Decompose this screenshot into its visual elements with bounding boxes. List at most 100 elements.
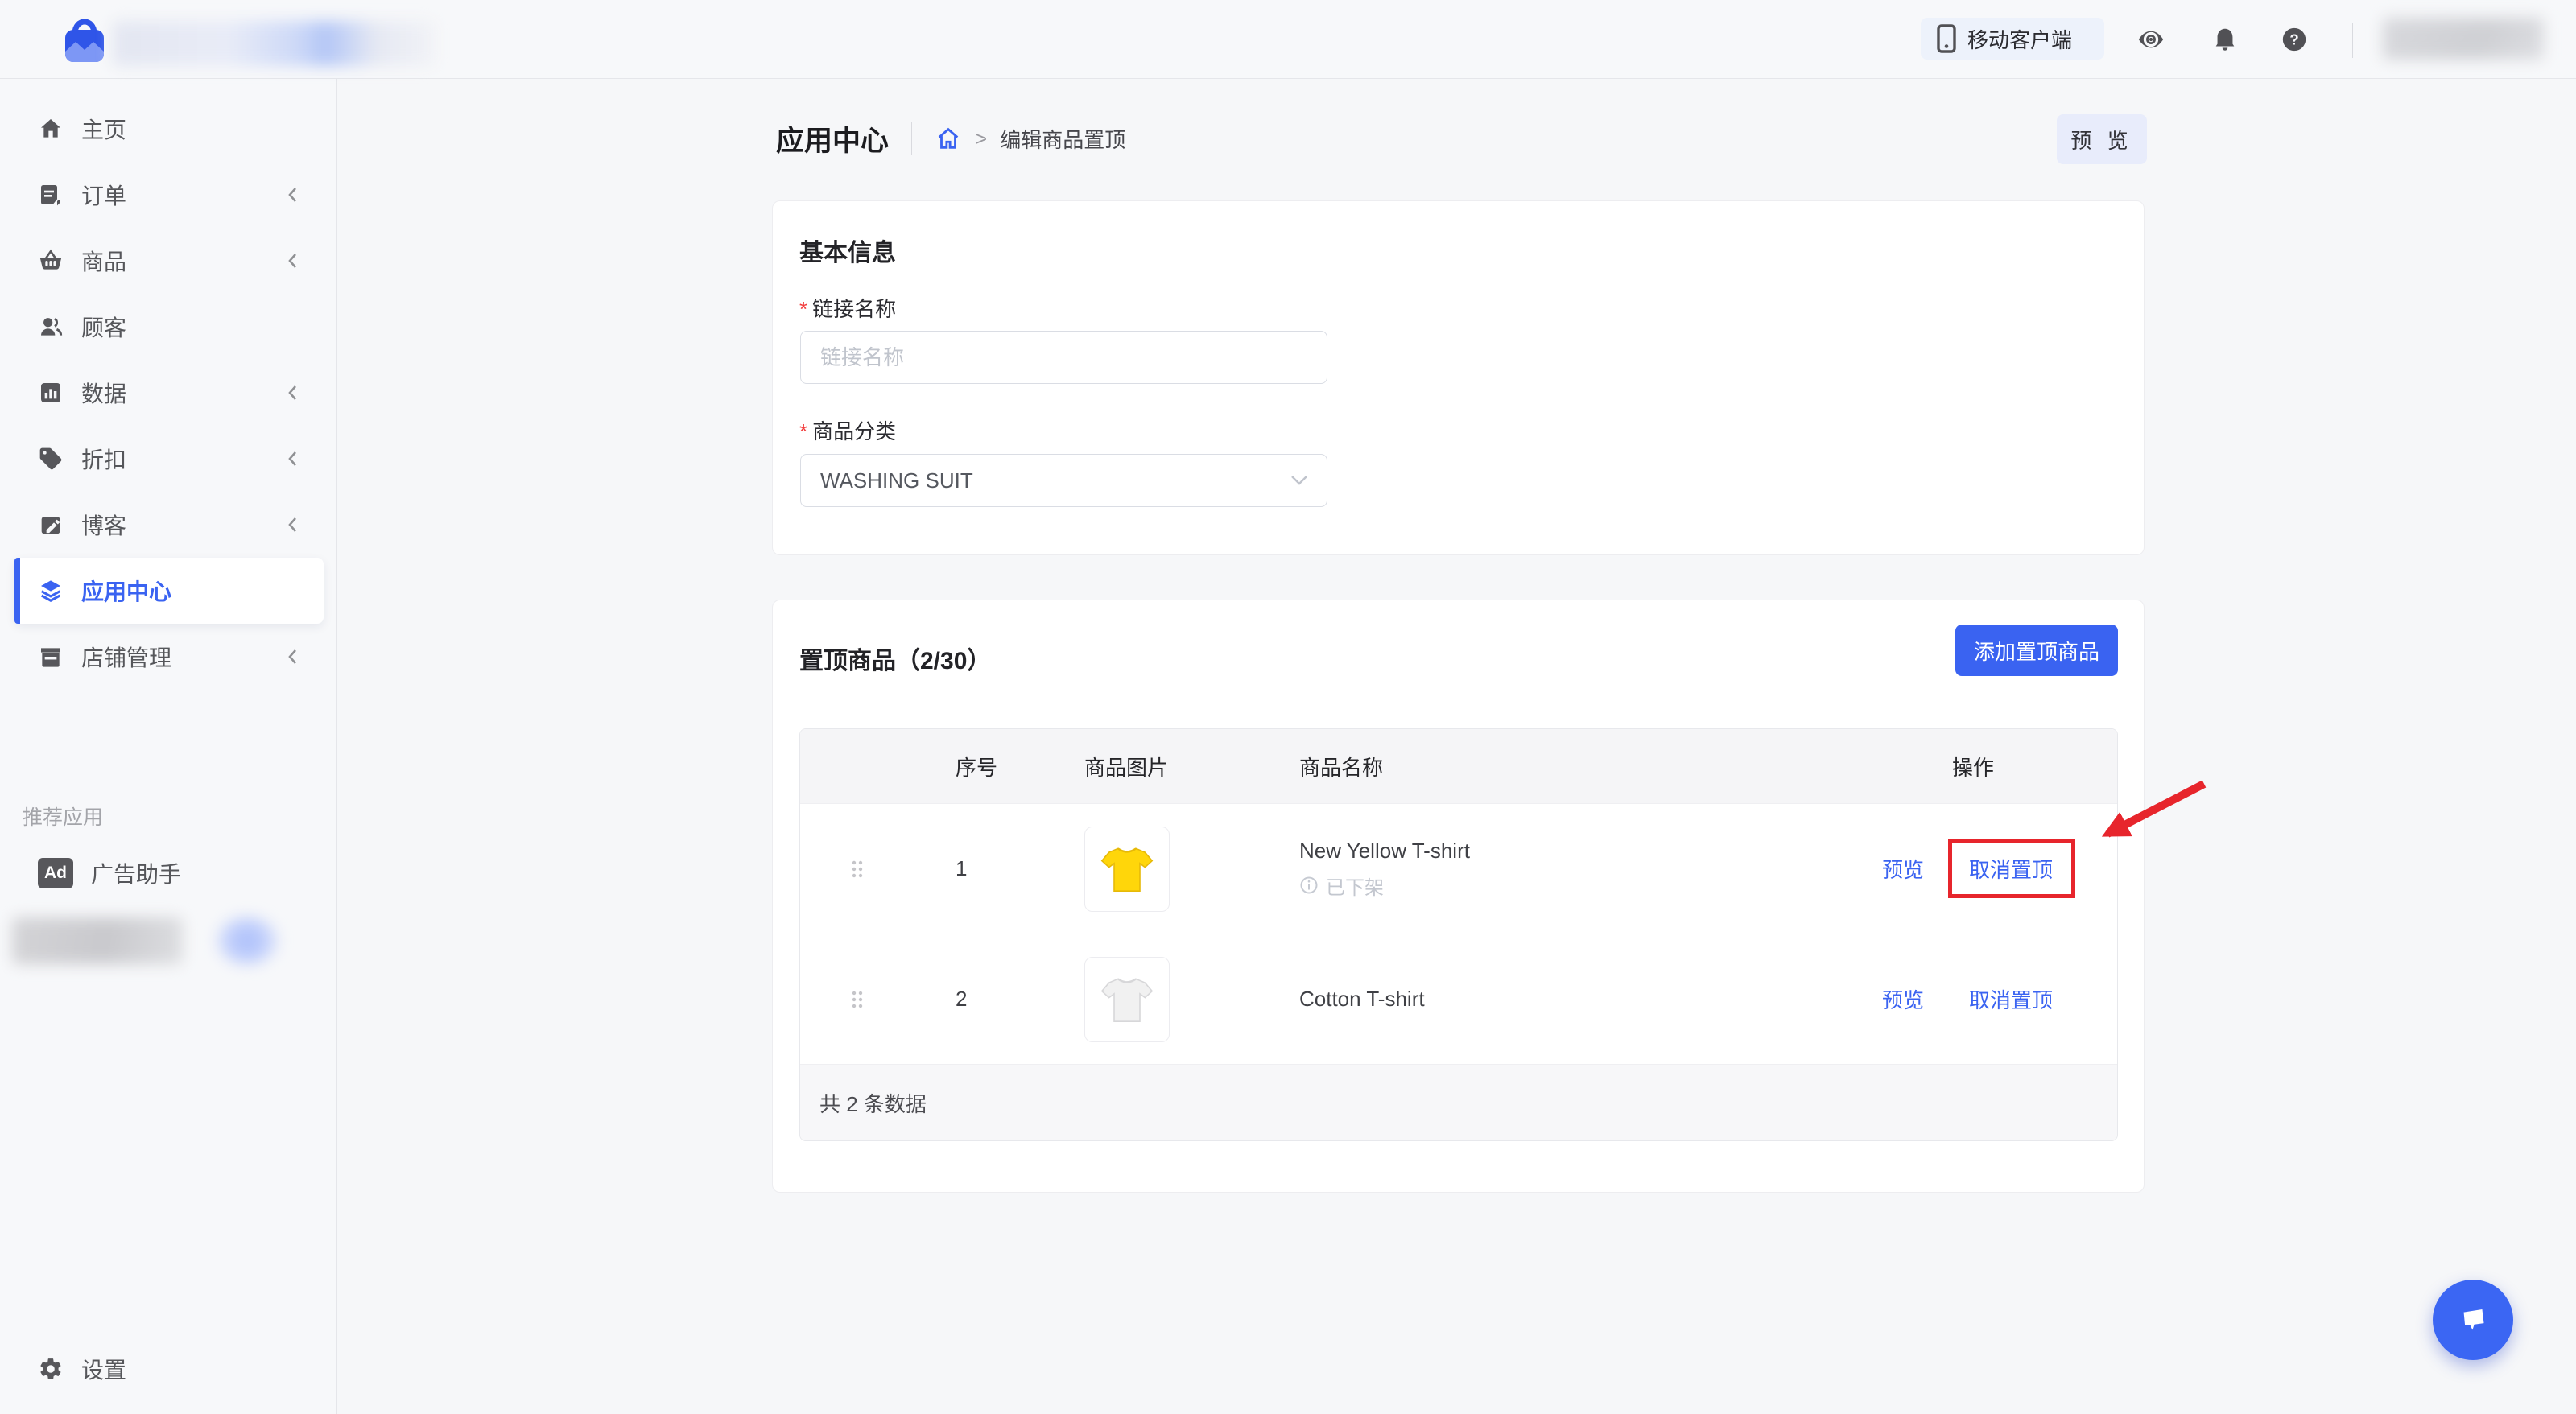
chevron-left-icon <box>287 450 298 468</box>
main-content: 应用中心 > 编辑商品置顶 预 览 基本信息 *链接名称 *商品分类 WASHI… <box>337 79 2576 1414</box>
link-name-label: *链接名称 <box>799 293 896 323</box>
drag-handle[interactable] <box>800 990 914 1009</box>
basket-icon <box>38 248 64 274</box>
product-name-cell: New Yellow T-shirt 已下架 <box>1251 839 1845 900</box>
page-title: 应用中心 <box>776 118 889 159</box>
sidebar-item-ad-helper[interactable]: Ad 广告助手 <box>0 846 337 901</box>
sidebar-item-customers[interactable]: 顾客 <box>0 294 336 360</box>
table-footer: 共 2 条数据 <box>800 1064 2117 1140</box>
sidebar-item-label: 广告助手 <box>91 857 181 889</box>
sidebar-item-discounts[interactable]: 折扣 <box>0 426 336 492</box>
blog-icon <box>38 512 64 538</box>
bar-chart-icon <box>38 380 64 406</box>
home-icon <box>38 116 64 142</box>
customers-icon <box>38 314 64 340</box>
sidebar-item-blog[interactable]: 博客 <box>0 492 336 558</box>
chevron-left-icon <box>287 186 298 204</box>
sidebar-item-label: 商品 <box>81 245 126 277</box>
product-name: Cotton T-shirt <box>1299 987 1845 1012</box>
sidebar-item-app-center[interactable]: 应用中心 <box>14 558 324 624</box>
chevron-left-icon <box>287 648 298 666</box>
yellow-tshirt-icon <box>1095 837 1159 901</box>
table-row: 2 Cotton T-shirt 预览 取消置顶 <box>800 934 2117 1064</box>
row-index: 1 <box>914 856 1084 881</box>
app-logo-icon <box>58 12 111 65</box>
sidebar-item-home[interactable]: 主页 <box>0 96 336 162</box>
sidebar-item-label: 设置 <box>81 1353 126 1385</box>
product-name: New Yellow T-shirt <box>1299 839 1845 864</box>
layers-icon <box>38 578 64 604</box>
preview-link[interactable]: 预览 <box>1882 854 1924 884</box>
sidebar-item-store-management[interactable]: 店铺管理 <box>0 624 336 690</box>
sidebar-item-settings[interactable]: 设置 <box>0 1342 337 1396</box>
breadcrumb-current: 编辑商品置顶 <box>1000 124 1125 154</box>
account-redacted[interactable] <box>2383 18 2544 60</box>
product-image-yellow-tshirt <box>1084 827 1170 912</box>
shop-name-redacted <box>113 21 435 66</box>
mobile-client-button[interactable]: 移动客户端 <box>1921 18 2104 60</box>
basic-info-card: 基本信息 *链接名称 *商品分类 WASHING SUIT <box>772 200 2145 555</box>
row-actions: 预览 取消置顶 <box>1845 854 2117 884</box>
category-label: *商品分类 <box>799 415 896 445</box>
sidebar-redacted-badge <box>217 917 277 964</box>
table-header-index: 序号 <box>914 752 1084 781</box>
breadcrumb-home-icon[interactable] <box>935 125 962 152</box>
table-header-name: 商品名称 <box>1251 752 1845 781</box>
sidebar-redacted-item <box>12 917 183 964</box>
table-header-image: 商品图片 <box>1084 752 1251 781</box>
recommended-apps-label: 推荐应用 <box>23 802 103 831</box>
info-icon <box>1299 876 1319 895</box>
tag-icon <box>38 446 64 472</box>
chevron-left-icon <box>287 516 298 534</box>
phone-icon <box>1937 24 1956 53</box>
view-store-eye-icon[interactable] <box>2137 26 2165 53</box>
link-name-input[interactable] <box>800 331 1327 384</box>
category-selected-value: WASHING SUIT <box>820 468 973 493</box>
sidebar-item-label: 店铺管理 <box>81 641 171 673</box>
product-name-cell: Cotton T-shirt <box>1251 987 1845 1012</box>
chat-widget-button[interactable] <box>2433 1280 2513 1360</box>
pinned-products-table: 序号 商品图片 商品名称 操作 1 <box>799 728 2118 1141</box>
white-tshirt-icon <box>1095 967 1159 1032</box>
category-select[interactable]: WASHING SUIT <box>800 454 1327 507</box>
store-icon <box>38 644 64 670</box>
header-divider <box>911 122 912 155</box>
drag-dots-icon <box>851 860 864 879</box>
sidebar-item-orders[interactable]: 订单 <box>0 162 336 228</box>
required-asterisk: * <box>799 297 807 321</box>
page-header: 应用中心 > 编辑商品置顶 <box>776 113 1125 164</box>
table-row: 1 New Yellow T-shirt <box>800 803 2117 934</box>
add-pinned-product-button[interactable]: 添加置顶商品 <box>1955 625 2118 676</box>
sidebar-item-label: 折扣 <box>81 443 126 475</box>
help-question-icon[interactable]: ? <box>2281 26 2308 53</box>
preview-link[interactable]: 预览 <box>1882 984 1924 1014</box>
row-index: 2 <box>914 987 1084 1012</box>
row-actions: 预览 取消置顶 <box>1845 984 2117 1014</box>
unpin-link[interactable]: 取消置顶 <box>1969 854 2053 884</box>
sidebar-item-label: 数据 <box>81 377 126 409</box>
drag-dots-icon <box>851 990 864 1009</box>
notifications-bell-icon[interactable] <box>2211 26 2239 53</box>
product-status: 已下架 <box>1299 872 1845 900</box>
table-header-action: 操作 <box>1845 752 2117 781</box>
ad-badge-icon: Ad <box>38 858 73 888</box>
sidebar-item-label: 顾客 <box>81 311 126 343</box>
pinned-products-heading: 置顶商品（2/30） <box>799 641 991 676</box>
mobile-client-label: 移动客户端 <box>1967 24 2072 54</box>
top-bar: 移动客户端 ? <box>0 0 2576 79</box>
chat-bubble-icon <box>2452 1299 2494 1341</box>
chevron-left-icon <box>287 252 298 270</box>
svg-text:?: ? <box>2289 32 2299 49</box>
sidebar-item-products[interactable]: 商品 <box>0 228 336 294</box>
preview-button[interactable]: 预 览 <box>2057 114 2147 164</box>
pinned-products-card: 置顶商品（2/30） 添加置顶商品 序号 商品图片 商品名称 操作 1 <box>772 600 2145 1193</box>
sidebar-item-label: 应用中心 <box>81 575 171 607</box>
sidebar-item-label: 博客 <box>81 509 126 541</box>
gear-icon <box>38 1356 64 1382</box>
drag-handle[interactable] <box>800 860 914 879</box>
sidebar-item-analytics[interactable]: 数据 <box>0 360 336 426</box>
chevron-down-icon <box>1290 474 1309 487</box>
unpin-link[interactable]: 取消置顶 <box>1969 984 2053 1014</box>
required-asterisk: * <box>799 419 807 443</box>
table-header-row: 序号 商品图片 商品名称 操作 <box>800 729 2117 803</box>
